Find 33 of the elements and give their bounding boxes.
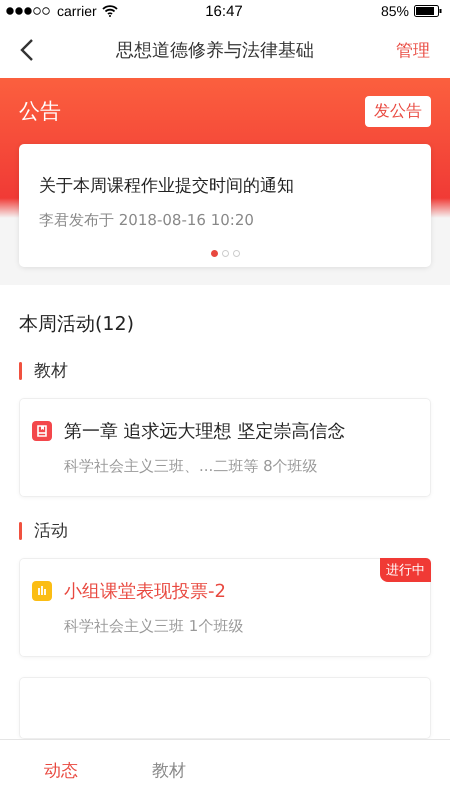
page-dot[interactable]	[232, 250, 240, 257]
card-subtitle: 科学社会主义三班 1个班级	[64, 617, 244, 636]
tab[interactable]: 教材	[140, 750, 198, 790]
notice-meta: 李君发布于 2018-08-16 10:20	[39, 211, 255, 230]
carrier-name: carrier	[57, 3, 97, 19]
notice-title: 关于本周课程作业提交时间的通知	[39, 175, 295, 197]
activity-card[interactable]: 进行中 小组课堂表现投票-2 科学社会主义三班 1个班级	[19, 558, 431, 657]
battery-percent: 85%	[380, 3, 409, 19]
card-title: 小组课堂表现投票-2	[64, 580, 226, 603]
tab[interactable]: 动态	[32, 750, 90, 790]
section-marker	[19, 522, 22, 540]
battery-icon	[414, 5, 442, 17]
section-title: 公告	[19, 98, 61, 125]
card-subtitle: 科学社会主义三班、...二班等 8个班级	[64, 457, 319, 476]
notice-card[interactable]: 关于本周课程作业提交时间的通知 李君发布于 2018-08-16 10:20	[19, 144, 431, 267]
activity-card[interactable]: 第一章 追求远大理想 坚定崇高信念 科学社会主义三班、...二班等 8个班级	[19, 398, 431, 497]
bar-chart-icon	[32, 581, 52, 601]
section-label: 活动	[34, 520, 68, 542]
post-announcement-button[interactable]: 发公告	[365, 96, 431, 126]
signal-icon	[6, 7, 52, 15]
clock-time: 16:47	[205, 2, 243, 20]
book-icon	[32, 421, 52, 441]
section-label: 教材	[34, 360, 68, 382]
back-icon[interactable]	[20, 38, 34, 62]
page-dot[interactable]	[210, 250, 218, 257]
card-title: 第一章 追求远大理想 坚定崇高信念	[64, 420, 346, 443]
wifi-icon	[102, 5, 118, 17]
page-title: 思想道德修养与法律基础	[115, 39, 315, 62]
manage-link[interactable]: 管理	[396, 38, 430, 62]
section-marker	[19, 362, 22, 380]
activities-heading: 本周活动(12)	[19, 312, 136, 337]
status-badge: 进行中	[380, 558, 431, 582]
page-dot[interactable]	[222, 250, 228, 257]
